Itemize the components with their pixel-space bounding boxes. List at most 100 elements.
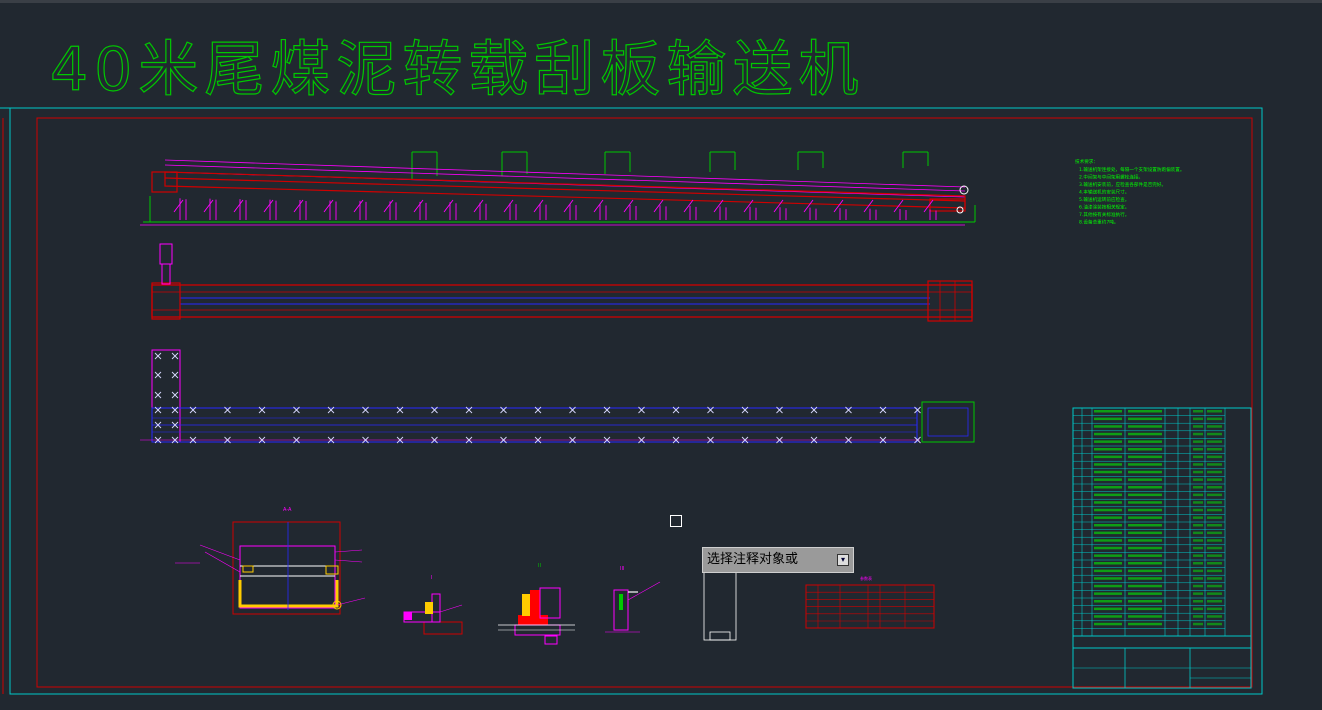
- part-weight-cell: [1193, 425, 1203, 428]
- svg-text:参数表: 参数表: [860, 575, 872, 581]
- part-weight-cell: [1193, 440, 1203, 443]
- part-name-cell: [1128, 410, 1162, 413]
- part-name-cell: [1128, 554, 1162, 557]
- part-weight-cell: [1193, 478, 1203, 481]
- part-remark-cell: [1207, 562, 1222, 565]
- section-label-aa: A-A: [283, 507, 292, 513]
- part-name-cell: [1128, 478, 1162, 481]
- part-remark-cell: [1207, 531, 1222, 535]
- plan-view: [151, 243, 973, 322]
- sheet-frame-outer: [9, 107, 1263, 695]
- part-weight-cell: [1193, 493, 1203, 497]
- part-name-cell: [1128, 516, 1162, 519]
- part-code-cell: [1094, 607, 1122, 611]
- tech-note-line: 5.输送机运转前应检查。: [1079, 196, 1129, 203]
- part-remark-cell: [1207, 600, 1222, 603]
- part-weight-cell: [1193, 562, 1203, 565]
- part-code-cell: [1094, 569, 1122, 573]
- part-name-cell: [1128, 615, 1162, 618]
- sheet-frame-inner: [36, 117, 1253, 688]
- tech-note-line: 4.本输送机的安装尺寸。: [1079, 189, 1129, 196]
- part-code-cell: [1094, 463, 1122, 466]
- part-remark-cell: [1207, 440, 1222, 443]
- part-weight-cell: [1193, 501, 1203, 504]
- tech-note-line: 6.油漆涂装按相关规定。: [1079, 204, 1129, 211]
- part-code-cell: [1094, 592, 1122, 595]
- part-code-cell: [1094, 562, 1122, 565]
- part-remark-cell: [1207, 470, 1222, 474]
- part-weight-cell: [1193, 546, 1203, 550]
- part-remark-cell: [1207, 554, 1222, 557]
- part-code-cell: [1094, 417, 1122, 421]
- tech-note-line: 2.中间架与中间架用螺栓连接。: [1079, 174, 1143, 181]
- part-code-cell: [1094, 410, 1122, 413]
- cad-drawing-canvas[interactable]: 40米尾煤泥转载刮板输送机 技术要求： 1.输送机架连接处，每隔一个支架设置防跑…: [0, 0, 1322, 710]
- part-remark-cell: [1207, 493, 1222, 497]
- part-code-cell: [1094, 470, 1122, 474]
- part-remark-cell: [1207, 607, 1222, 611]
- technical-notes: 技术要求： 1.输送机架连接处，每隔一个支架设置防跑偏装置。2.中间架与中间架用…: [1075, 158, 1184, 226]
- tech-note-line: 1.输送机架连接处，每隔一个支架设置防跑偏装置。: [1079, 166, 1184, 173]
- detail-view-2: II: [498, 563, 575, 645]
- part-remark-cell: [1207, 432, 1222, 436]
- part-weight-cell: [1193, 531, 1203, 535]
- part-name-cell: [1128, 463, 1162, 466]
- part-code-cell: [1094, 577, 1122, 580]
- part-name-cell: [1128, 455, 1162, 459]
- svg-text:II: II: [538, 563, 541, 569]
- part-weight-cell: [1193, 417, 1203, 421]
- part-name-cell: [1128, 486, 1162, 489]
- part-code-cell: [1094, 501, 1122, 504]
- part-remark-cell: [1207, 615, 1222, 618]
- part-remark-cell: [1207, 577, 1222, 580]
- command-tooltip: 选择注释对象或 ▾: [702, 547, 854, 573]
- part-code-cell: [1094, 516, 1122, 519]
- part-code-cell: [1094, 432, 1122, 436]
- part-name-cell: [1128, 546, 1162, 550]
- part-weight-cell: [1193, 524, 1203, 527]
- part-remark-cell: [1207, 569, 1222, 573]
- part-remark-cell: [1207, 486, 1222, 489]
- part-code-cell: [1094, 600, 1122, 603]
- detail-view-3: III: [605, 566, 661, 633]
- part-remark-cell: [1207, 584, 1222, 588]
- part-code-cell: [1094, 478, 1122, 481]
- part-weight-cell: [1193, 554, 1203, 557]
- part-name-cell: [1128, 622, 1162, 626]
- part-remark-cell: [1207, 455, 1222, 459]
- part-code-cell: [1094, 448, 1122, 451]
- tech-note-line: 3.输送机安装前，应检查各部件是否完好。: [1079, 181, 1166, 188]
- part-remark-cell: [1207, 516, 1222, 519]
- part-remark-cell: [1207, 622, 1222, 626]
- drawing-title: 40米尾煤泥转载刮板输送机: [50, 35, 864, 105]
- tech-note-line: 7.其他按有关标准执行。: [1079, 211, 1129, 218]
- part-name-cell: [1128, 417, 1162, 421]
- tooltip-options-icon[interactable]: ▾: [837, 554, 849, 566]
- part-code-cell: [1094, 524, 1122, 527]
- part-code-cell: [1094, 584, 1122, 588]
- part-weight-cell: [1193, 615, 1203, 618]
- part-name-cell: [1128, 531, 1162, 535]
- part-code-cell: [1094, 486, 1122, 489]
- part-weight-cell: [1193, 486, 1203, 489]
- part-name-cell: [1128, 440, 1162, 443]
- part-weight-cell: [1193, 577, 1203, 580]
- part-code-cell: [1094, 508, 1122, 512]
- part-remark-cell: [1207, 524, 1222, 527]
- part-code-cell: [1094, 554, 1122, 557]
- part-weight-cell: [1193, 432, 1203, 436]
- svg-text:III: III: [620, 566, 624, 572]
- part-name-cell: [1128, 432, 1162, 436]
- part-remark-cell: [1207, 592, 1222, 595]
- elevation-view: [140, 151, 976, 226]
- part-remark-cell: [1207, 501, 1222, 504]
- part-weight-cell: [1193, 584, 1203, 588]
- part-remark-cell: [1207, 539, 1222, 542]
- part-remark-cell: [1207, 478, 1222, 481]
- part-weight-cell: [1193, 508, 1203, 512]
- part-weight-cell: [1193, 410, 1203, 413]
- tech-note-line: 8.设备总重约7吨。: [1079, 219, 1118, 226]
- part-remark-cell: [1207, 508, 1222, 512]
- part-weight-cell: [1193, 455, 1203, 459]
- part-name-cell: [1128, 539, 1162, 542]
